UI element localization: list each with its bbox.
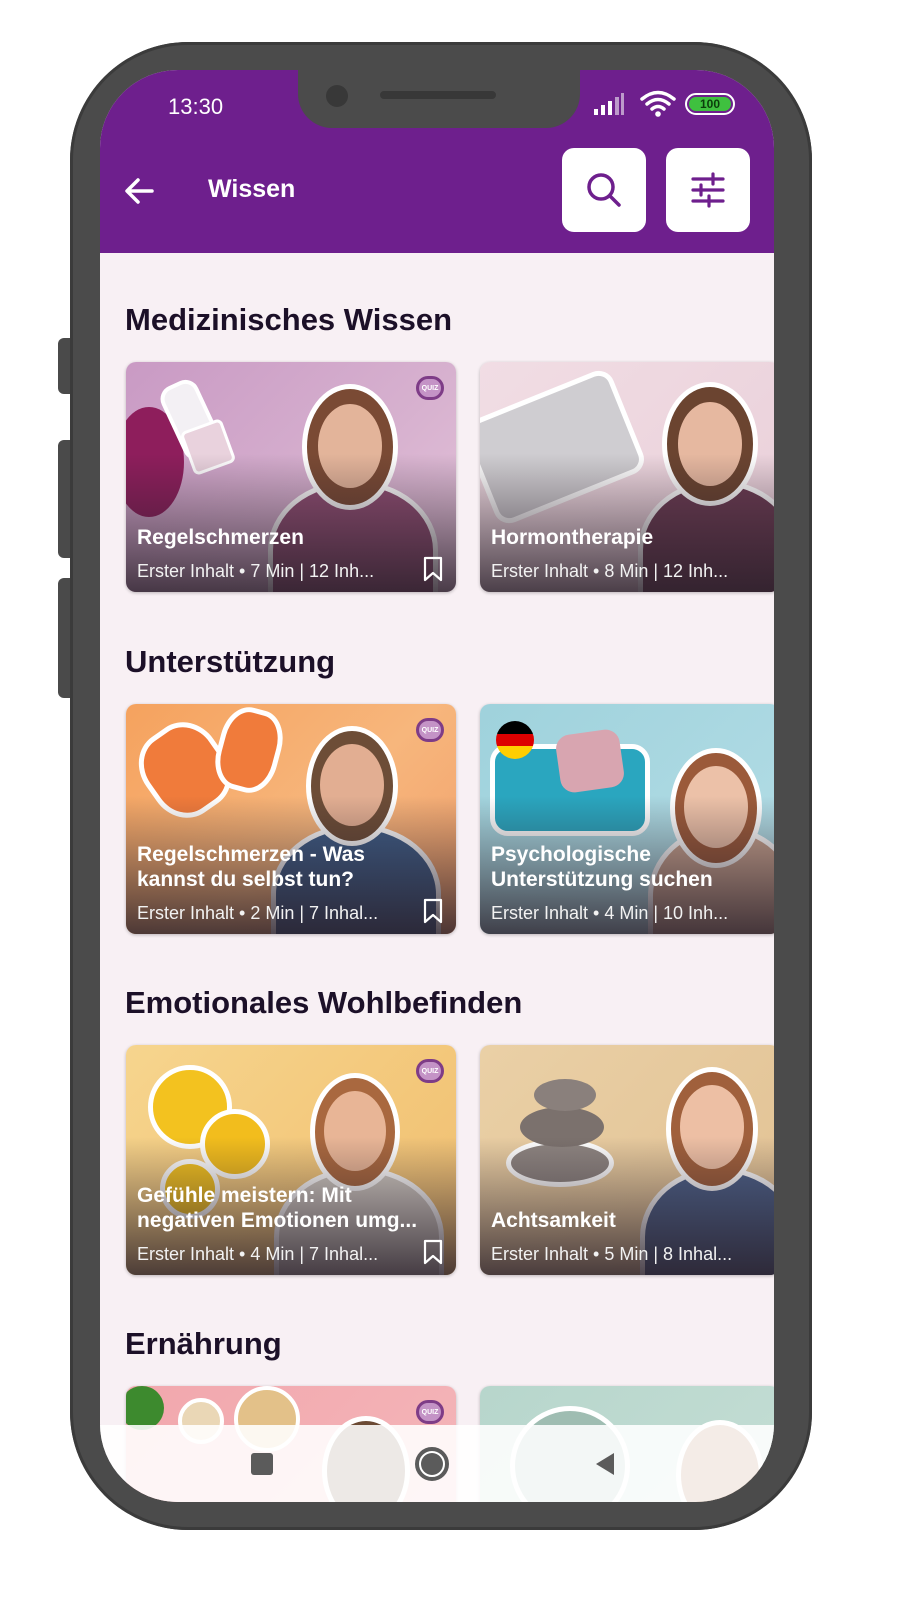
card-meta: Erster Inhalt • 7 Min | 12 Inh... xyxy=(137,561,375,581)
camera-notch xyxy=(298,70,580,128)
front-camera xyxy=(326,85,348,107)
card-meta: Erster Inhalt • 4 Min | 7 Inhal... xyxy=(137,1244,379,1264)
signal-icon xyxy=(594,93,624,115)
section-title-ernaehrung: Ernährung xyxy=(125,1326,282,1361)
quiz-badge-icon: QUIZ xyxy=(416,1059,444,1083)
german-flag-icon xyxy=(496,721,534,759)
battery-icon: 100 xyxy=(685,93,735,115)
bookmark-icon[interactable] xyxy=(422,898,444,924)
quiz-badge-icon: QUIZ xyxy=(416,376,444,400)
app-bar: 13:30 100 Wissen xyxy=(100,70,774,253)
card-title-line2: kannst du selbst tun? xyxy=(137,868,355,891)
search-icon xyxy=(587,173,621,207)
sliders-icon xyxy=(691,172,725,208)
card-title: Hormontherapie xyxy=(491,526,654,549)
section-title-medizinisches-wissen: Medizinisches Wissen xyxy=(125,302,453,337)
search-button[interactable] xyxy=(562,148,646,232)
card-achtsamkeit[interactable]: Achtsamkeit Erster Inhalt • 5 Min | 8 In… xyxy=(480,1045,774,1275)
bookmark-icon[interactable] xyxy=(422,1239,444,1265)
earpiece-speaker xyxy=(380,91,496,99)
card-title-line1: Regelschmerzen - Was xyxy=(137,843,365,866)
square-icon[interactable] xyxy=(251,1453,273,1475)
card-hormontherapie[interactable]: Hormontherapie Erster Inhalt • 8 Min | 1… xyxy=(480,362,774,592)
bookmark-icon[interactable] xyxy=(422,556,444,582)
card-meta: Erster Inhalt • 8 Min | 12 Inh... xyxy=(491,561,729,581)
circle-icon[interactable] xyxy=(415,1447,449,1481)
card-title: Achtsamkeit xyxy=(491,1209,616,1232)
card-regelschmerzen-selbst-tun[interactable]: QUIZ Regelschmerzen - Was kannst du selb… xyxy=(126,704,456,934)
app-screen: 13:30 100 Wissen Medizinisches Wissen QU… xyxy=(100,70,774,1502)
section-title-emotionales-wohlbefinden: Emotionales Wohlbefinden xyxy=(125,985,523,1020)
section-title-unterstuetzung: Unterstützung xyxy=(125,644,336,679)
status-time: 13:30 xyxy=(168,94,224,119)
wifi-icon xyxy=(640,90,676,117)
arrow-left-icon[interactable] xyxy=(122,173,158,209)
card-title: Regelschmerzen xyxy=(137,526,304,549)
cushion-illustration xyxy=(554,727,626,795)
card-psychologische-unterstuetzung[interactable]: Psychologische Unterstützung suchen Erst… xyxy=(480,704,774,934)
card-title-line1: Gefühle meistern: Mit xyxy=(137,1184,352,1207)
card-title-line2: negativen Emotionen umg... xyxy=(137,1209,418,1232)
card-meta: Erster Inhalt • 2 Min | 7 Inhal... xyxy=(137,903,379,923)
card-gefuehle-meistern[interactable]: QUIZ Gefühle meistern: Mit negativen Emo… xyxy=(126,1045,456,1275)
card-title-line2: Unterstützung suchen xyxy=(491,868,713,891)
system-navigation-bar xyxy=(100,1425,774,1502)
quiz-badge-icon: QUIZ xyxy=(416,718,444,742)
card-title-line1: Psychologische xyxy=(491,843,651,866)
triangle-back-icon[interactable] xyxy=(592,1451,618,1477)
card-meta: Erster Inhalt • 5 Min | 8 Inhal... xyxy=(491,1244,733,1264)
card-meta: Erster Inhalt • 4 Min | 10 Inh... xyxy=(491,903,729,923)
card-regelschmerzen[interactable]: QUIZ Regelschmerzen Erster Inhalt • 7 Mi… xyxy=(126,362,456,592)
battery-level: 100 xyxy=(689,97,731,111)
quiz-badge-icon: QUIZ xyxy=(416,1400,444,1424)
page-title: Wissen xyxy=(208,175,296,203)
stone-illustration xyxy=(534,1079,596,1111)
filter-button[interactable] xyxy=(666,148,750,232)
